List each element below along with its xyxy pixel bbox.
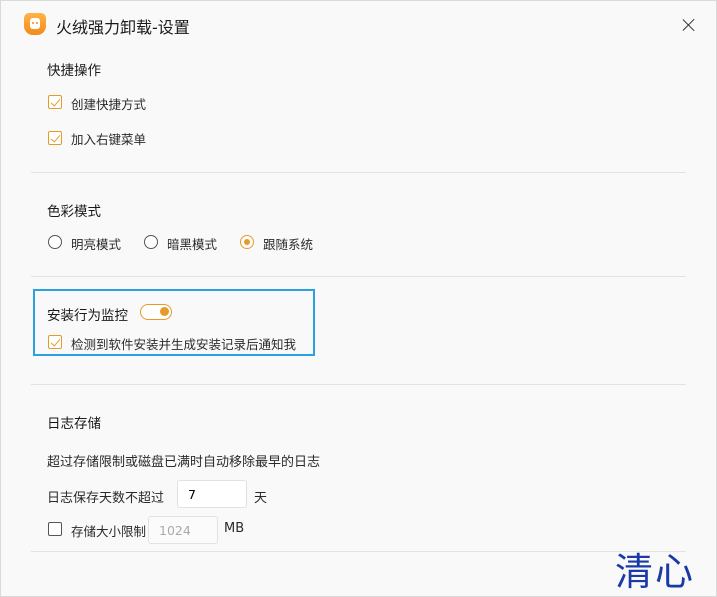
days-limit-label: 日志保存天数不超过	[47, 491, 165, 506]
radio-dark-mode[interactable]	[144, 235, 158, 249]
context-menu-checkbox[interactable]	[48, 131, 62, 145]
notify-label[interactable]: 检测到软件安装并生成安装记录后通知我	[71, 334, 296, 353]
size-unit: MB	[224, 521, 245, 536]
radio-light-mode[interactable]	[48, 235, 62, 249]
log-storage-description: 超过存储限制或磁盘已满时自动移除最早的日志	[47, 455, 321, 470]
create-shortcut-checkbox[interactable]	[48, 95, 62, 109]
follow-system-label[interactable]: 跟随系统	[263, 234, 313, 253]
size-limit-label[interactable]: 存储大小限制	[71, 521, 146, 540]
dark-mode-label[interactable]: 暗黑模式	[167, 234, 217, 253]
light-mode-label[interactable]: 明亮模式	[71, 234, 121, 253]
settings-window: 火绒强力卸载-设置 快捷操作 创建快捷方式 加入右键菜单 色彩模式 明亮模式 暗…	[0, 0, 717, 597]
days-unit: 天	[254, 491, 268, 506]
radio-follow-system[interactable]	[240, 235, 254, 249]
watermark-text: 清心	[615, 550, 696, 594]
section-title-log-storage: 日志存储	[47, 416, 101, 432]
section-title-color-mode: 色彩模式	[47, 204, 101, 220]
notify-checkbox[interactable]	[48, 335, 62, 349]
divider	[31, 172, 686, 173]
divider	[31, 276, 686, 277]
divider	[31, 384, 686, 385]
context-menu-label[interactable]: 加入右键菜单	[71, 129, 146, 148]
window-title: 火绒强力卸载-设置	[56, 18, 190, 37]
close-button[interactable]	[676, 12, 702, 38]
size-limit-checkbox[interactable]	[48, 522, 62, 536]
days-limit-input[interactable]	[177, 480, 247, 508]
install-monitor-toggle[interactable]	[140, 304, 172, 320]
create-shortcut-label[interactable]: 创建快捷方式	[71, 94, 146, 113]
divider	[31, 551, 686, 552]
toggle-knob	[160, 307, 169, 316]
app-logo-icon	[24, 13, 46, 35]
section-title-install-monitor: 安装行为监控	[47, 308, 128, 324]
section-title-shortcuts: 快捷操作	[47, 63, 101, 79]
size-limit-input[interactable]	[148, 516, 218, 544]
title-bar: 火绒强力卸载-设置	[1, 1, 716, 47]
